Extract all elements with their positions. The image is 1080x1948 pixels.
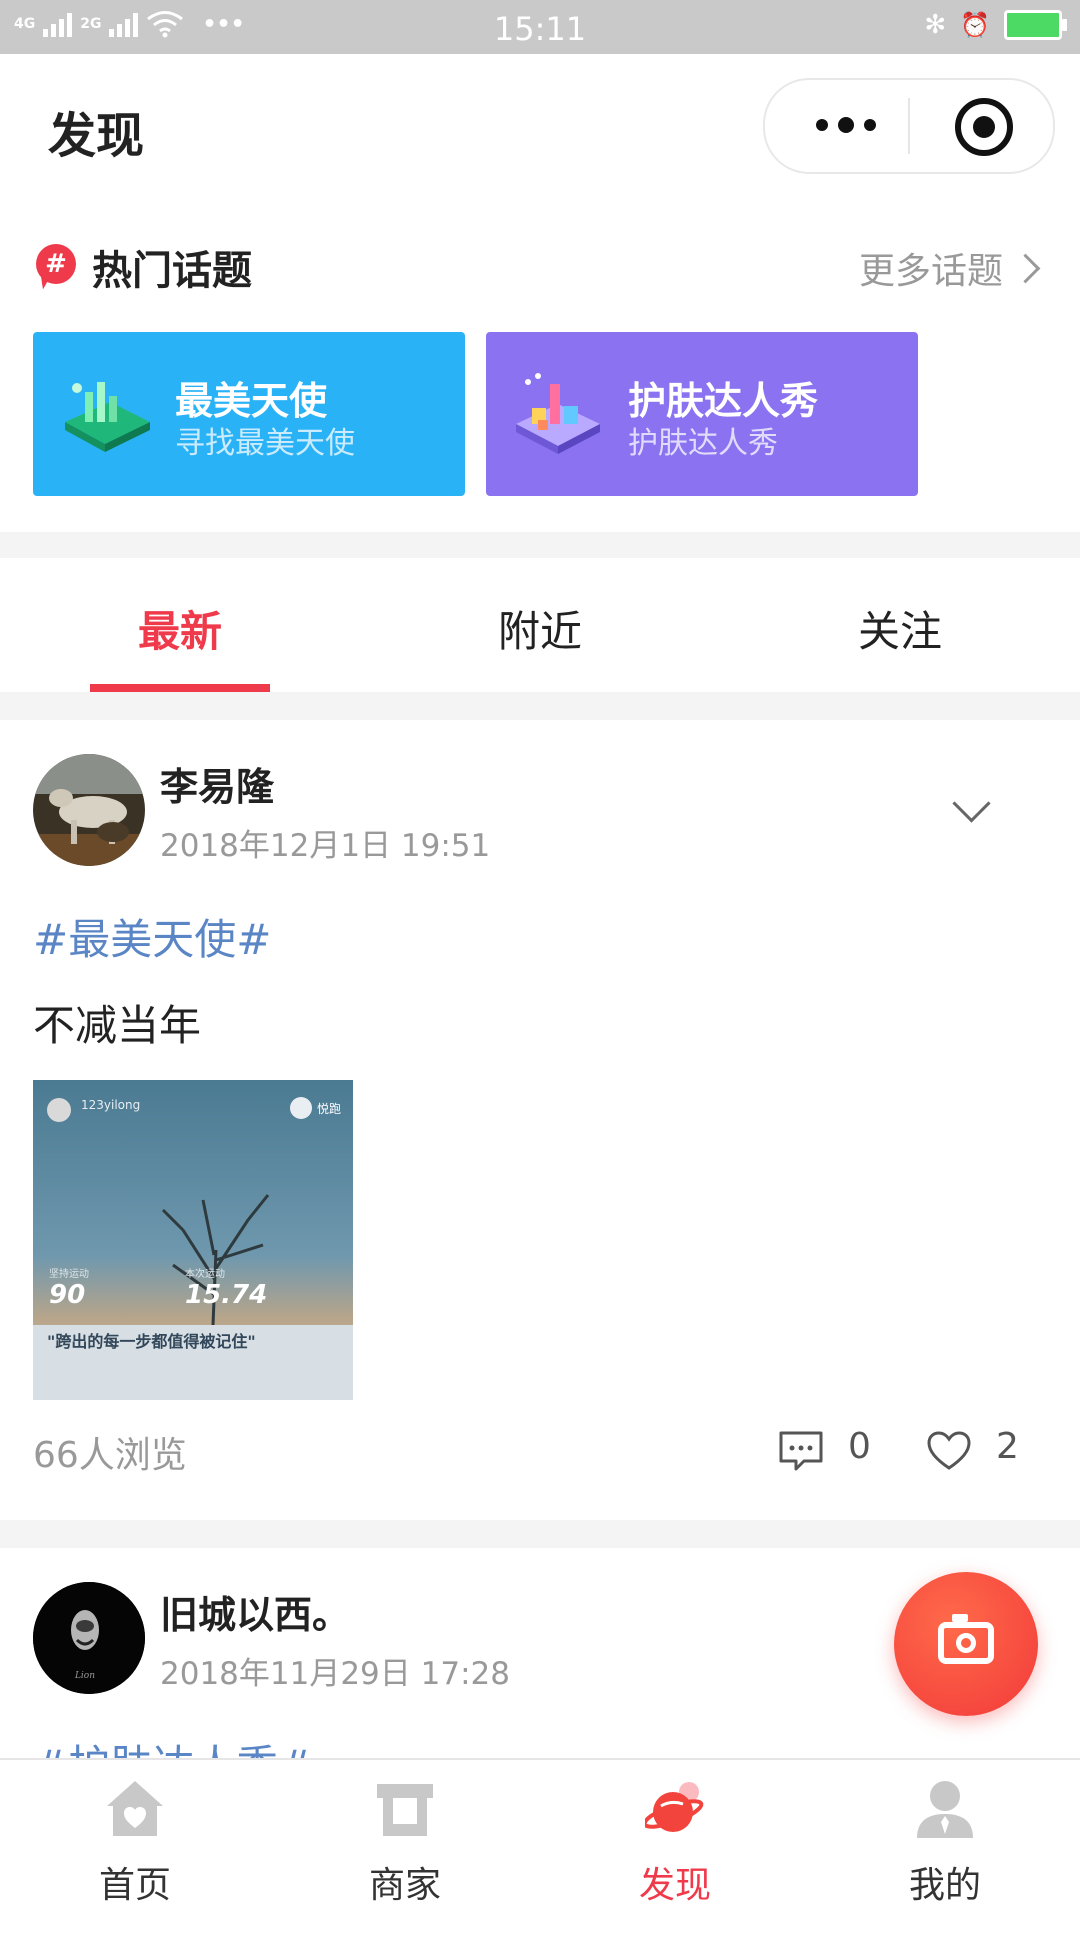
post-topic-tag[interactable]: #最美天使#	[33, 906, 271, 967]
comment-icon	[779, 1431, 823, 1471]
nav-item-home[interactable]: 首页	[0, 1760, 270, 1922]
nav-label: 发现	[638, 1865, 711, 1906]
image-badge: 悦跑	[317, 1102, 342, 1116]
hot-topics-section: # 热门话题 更多话题 最美天使 寻找最美天使 护肤达人秀 护肤达人秀	[0, 198, 1080, 532]
tab-following[interactable]: 关注	[800, 598, 1000, 659]
nav-item-shop[interactable]: 商家	[270, 1760, 540, 1922]
capsule-divider	[908, 98, 910, 154]
dot-icon	[816, 119, 828, 131]
topic-card-subtitle: 寻找最美天使	[175, 426, 355, 461]
post-views: 66人浏览	[33, 1435, 187, 1476]
post-author[interactable]: 旧城以西。	[160, 1584, 350, 1639]
chevron-down-icon[interactable]	[952, 784, 991, 823]
nav-label: 我的	[908, 1865, 981, 1906]
status-right: ✻ ⏰	[924, 10, 1067, 40]
image-stat2-value: 15.74	[185, 1280, 268, 1310]
bluetooth-icon: ✻	[924, 10, 947, 40]
comment-button[interactable]	[778, 1430, 824, 1476]
nav-label: 商家	[368, 1865, 441, 1906]
tab-latest[interactable]: 最新	[80, 598, 280, 659]
status-bar: 4G 2G ••• 15:11 ✻ ⏰	[0, 0, 1080, 54]
active-tab-indicator	[90, 684, 270, 692]
topic-card-title: 最美天使	[175, 379, 328, 423]
more-options-button[interactable]	[801, 110, 891, 140]
image-stat1-label: 坚持运动	[49, 1269, 89, 1280]
camera-icon	[938, 1614, 994, 1664]
svg-text:Lion: Lion	[74, 1671, 95, 1681]
city-illustration-icon	[516, 373, 600, 454]
shop-icon	[377, 1784, 433, 1836]
dot-icon	[838, 117, 854, 133]
image-stat1-value: 90	[49, 1280, 86, 1310]
camera-post-button[interactable]	[894, 1572, 1038, 1716]
alarm-icon: ⏰	[960, 11, 990, 39]
dot-icon	[864, 119, 876, 131]
post-image[interactable]: 123yilong 悦跑 坚持运动 90 本次运动 15.74 "跨出的每一步都…	[33, 1080, 353, 1400]
nav-label: 首页	[98, 1865, 171, 1906]
post-time: 2018年12月1日 19:51	[160, 828, 491, 864]
heart-icon	[927, 1431, 971, 1470]
close-miniprogram-button[interactable]	[955, 98, 1013, 156]
topic-card-skincare[interactable]: 护肤达人秀 护肤达人秀	[486, 332, 918, 496]
comment-count: 0	[848, 1426, 871, 1467]
image-quote: "跨出的每一步都值得被记住"	[47, 1332, 256, 1351]
hashtag-icon: #	[36, 244, 76, 284]
planet-icon	[645, 1782, 704, 1832]
avatar[interactable]	[33, 754, 145, 866]
avatar[interactable]: Lion	[33, 1582, 145, 1694]
tab-nearby[interactable]: 附近	[440, 598, 640, 659]
topic-card-angel[interactable]: 最美天使 寻找最美天使	[33, 332, 465, 496]
home-icon	[107, 1781, 163, 1836]
hot-topics-title: 热门话题	[92, 248, 252, 294]
image-username: 123yilong	[81, 1098, 141, 1112]
chart-illustration-icon	[65, 382, 150, 452]
more-topics-label: 更多话题	[858, 251, 1003, 292]
like-count: 2	[996, 1426, 1019, 1467]
status-time: 15:11	[493, 10, 587, 48]
post-time: 2018年11月29日 17:28	[160, 1656, 510, 1692]
tree-photo-image	[33, 1080, 353, 1400]
topic-card-subtitle: 护肤达人秀	[628, 426, 778, 461]
chevron-right-icon	[1010, 253, 1041, 283]
post-author[interactable]: 李易隆	[160, 756, 274, 811]
avatar-horse-image	[33, 754, 145, 866]
avatar-portrait-image: Lion	[33, 1582, 145, 1694]
topic-card-title: 护肤达人秀	[628, 379, 819, 423]
nav-item-discover[interactable]: 发现	[540, 1760, 810, 1922]
feed-tabs: 最新 附近 关注	[0, 558, 1080, 692]
bottom-navigation: 首页 商家 发现 我的	[0, 1758, 1080, 1922]
post-text: 不减当年	[33, 1001, 202, 1050]
page-title: 发现	[48, 108, 145, 164]
nav-item-profile[interactable]: 我的	[810, 1760, 1080, 1922]
more-topics-link[interactable]: 更多话题	[858, 242, 1041, 294]
feed-post: 李易隆 2018年12月1日 19:51 #最美天使# 不减当年 123yilo…	[0, 720, 1080, 1520]
miniprogram-capsule	[763, 78, 1055, 174]
page-header: 发现	[0, 54, 1080, 198]
image-stat2-label: 本次运动	[185, 1269, 225, 1280]
like-button[interactable]	[926, 1430, 972, 1476]
profile-icon	[917, 1781, 973, 1838]
battery-icon	[1004, 10, 1067, 40]
